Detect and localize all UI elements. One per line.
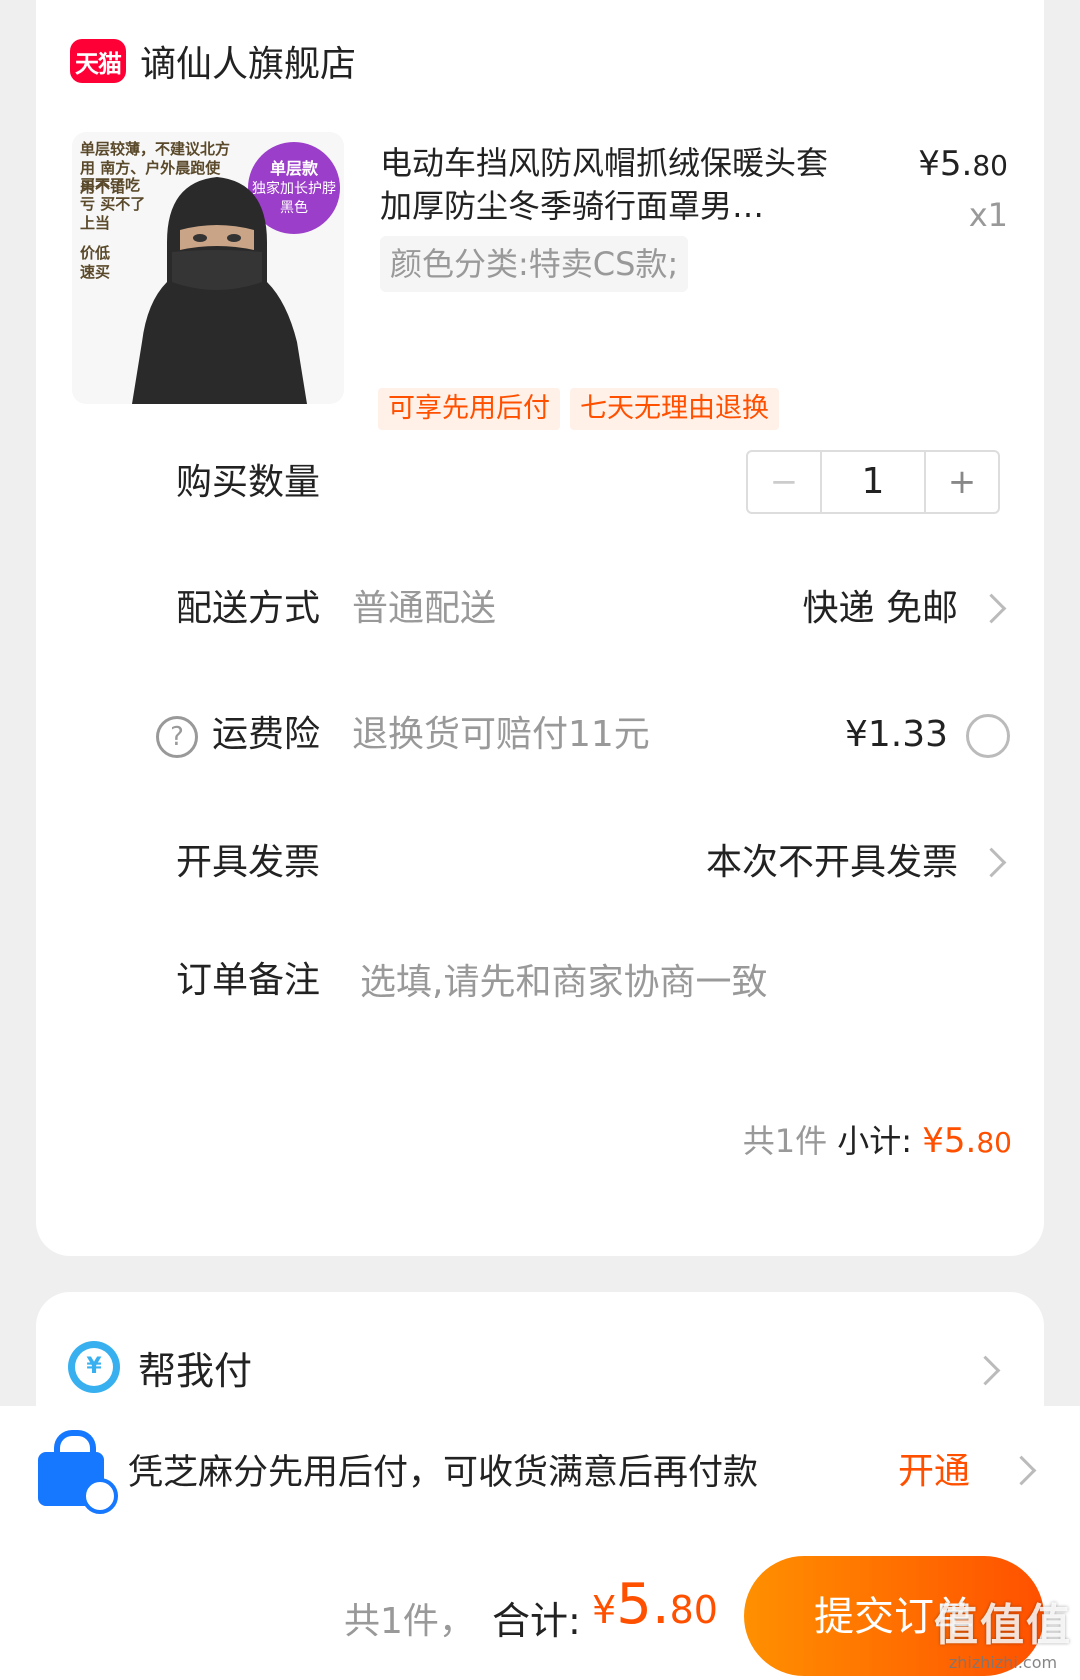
chevron-right-icon[interactable]	[1006, 1455, 1037, 1486]
delivery-value: 快递 免邮	[802, 588, 958, 629]
product-price: ¥5.80	[918, 144, 1008, 184]
total-count: 共1件，	[344, 1601, 475, 1642]
shopping-bag-icon	[38, 1430, 118, 1514]
subtotal-symbol: ¥	[922, 1121, 944, 1161]
product-tags: 可享先用后付 七天无理由退换	[378, 388, 779, 430]
watermark-url: zhizhizhi.com	[948, 1653, 1058, 1672]
invoice-label: 开具发票	[176, 842, 321, 883]
total-dec: 80	[669, 1588, 718, 1632]
chevron-right-icon	[970, 1355, 1001, 1386]
pay-for-me-row[interactable]: ¥ 帮我付	[68, 1332, 252, 1402]
bag-drop	[82, 1478, 118, 1514]
help-icon[interactable]: ?	[156, 716, 198, 758]
chevron-right-icon	[976, 847, 1007, 878]
subtotal-dec: 80	[976, 1126, 1012, 1159]
order-note-input[interactable]	[358, 946, 982, 1018]
insurance-label: 运费险	[212, 714, 321, 755]
yuan-coin-icon: ¥	[68, 1341, 120, 1393]
store-card: 天猫 谪仙人旗舰店 单层较薄，不建议北方用 南方、户外晨跑使用不错 买不了吃亏 …	[36, 0, 1044, 1256]
increment-button[interactable]: +	[926, 452, 998, 512]
delivery-label: 配送方式	[176, 588, 321, 629]
invoice-value: 本次不开具发票	[705, 842, 958, 883]
store-header[interactable]: 天猫 谪仙人旗舰店	[70, 28, 356, 94]
subtotal-count: 共1件	[742, 1122, 828, 1160]
invoice-row[interactable]: 开具发票 本次不开具发票	[36, 828, 1044, 898]
product-price-int: 5.	[939, 144, 973, 184]
yuan-coin-symbol: ¥	[75, 1348, 113, 1386]
tmall-logo: 天猫	[70, 39, 126, 83]
total-amount: ¥5.80	[592, 1572, 718, 1637]
subtotal-int: 5.	[943, 1121, 977, 1161]
watermark: 值值值 zhizhizhi.com	[934, 1589, 1072, 1672]
product-price-symbol: ¥	[918, 144, 940, 184]
product-title[interactable]: 电动车挡风防风帽抓绒保暖头套加厚防尘冬季骑行面罩男…	[380, 142, 840, 228]
quantity-stepper: − 1 +	[746, 450, 1000, 514]
product-price-dec: 80	[972, 149, 1008, 182]
balaclava-illustration	[132, 177, 307, 404]
total-symbol: ¥	[592, 1588, 617, 1632]
insurance-price: ¥1.33	[844, 714, 948, 755]
total-label: 合计:	[492, 1599, 581, 1643]
product-spec[interactable]: 颜色分类:特卖CS款;	[380, 236, 689, 292]
watermark-logo: 值值值	[934, 1600, 1072, 1651]
insurance-radio[interactable]	[966, 714, 1010, 758]
store-name[interactable]: 谪仙人旗舰店	[140, 35, 356, 87]
product-quantity: x1	[968, 196, 1008, 234]
tag-seven-day-return: 七天无理由退换	[570, 388, 779, 430]
quantity-label: 购买数量	[176, 462, 321, 503]
tag-pay-later: 可享先用后付	[378, 388, 560, 430]
pay-for-me-label: 帮我付	[138, 1348, 253, 1393]
chevron-right-icon	[976, 593, 1007, 624]
delivery-row[interactable]: 配送方式 普通配送 快递 免邮	[36, 574, 1044, 644]
subtotal-label: 小计:	[837, 1122, 913, 1160]
subtotal: 共1件 小计: ¥5.80	[743, 1116, 1012, 1162]
delivery-method: 普通配送	[352, 588, 497, 629]
credit-text: 凭芝麻分先用后付，可收货满意后再付款	[128, 1453, 759, 1493]
credit-pay-later-bar: 凭芝麻分先用后付，可收货满意后再付款 开通	[0, 1406, 1080, 1536]
quantity-value[interactable]: 1	[820, 452, 926, 512]
decrement-button[interactable]: −	[748, 452, 820, 512]
total-int: 5.	[616, 1572, 670, 1637]
insurance-row: ? 运费险 退换货可赔付11元 ¥1.33	[36, 700, 1044, 770]
product-image[interactable]: 单层较薄，不建议北方用 南方、户外晨跑使用不错 买不了吃亏 买不了上当 价低 速…	[72, 132, 344, 404]
checkout-bar: 共1件， 合计: ¥5.80 提交订单 值值值 zhizhizhi.com	[0, 1536, 1080, 1680]
activate-button[interactable]: 开通	[898, 1442, 970, 1494]
insurance-desc: 退换货可赔付11元	[352, 714, 650, 755]
note-label: 订单备注	[176, 960, 321, 1001]
subtotal-amount: ¥5.80	[922, 1121, 1012, 1161]
